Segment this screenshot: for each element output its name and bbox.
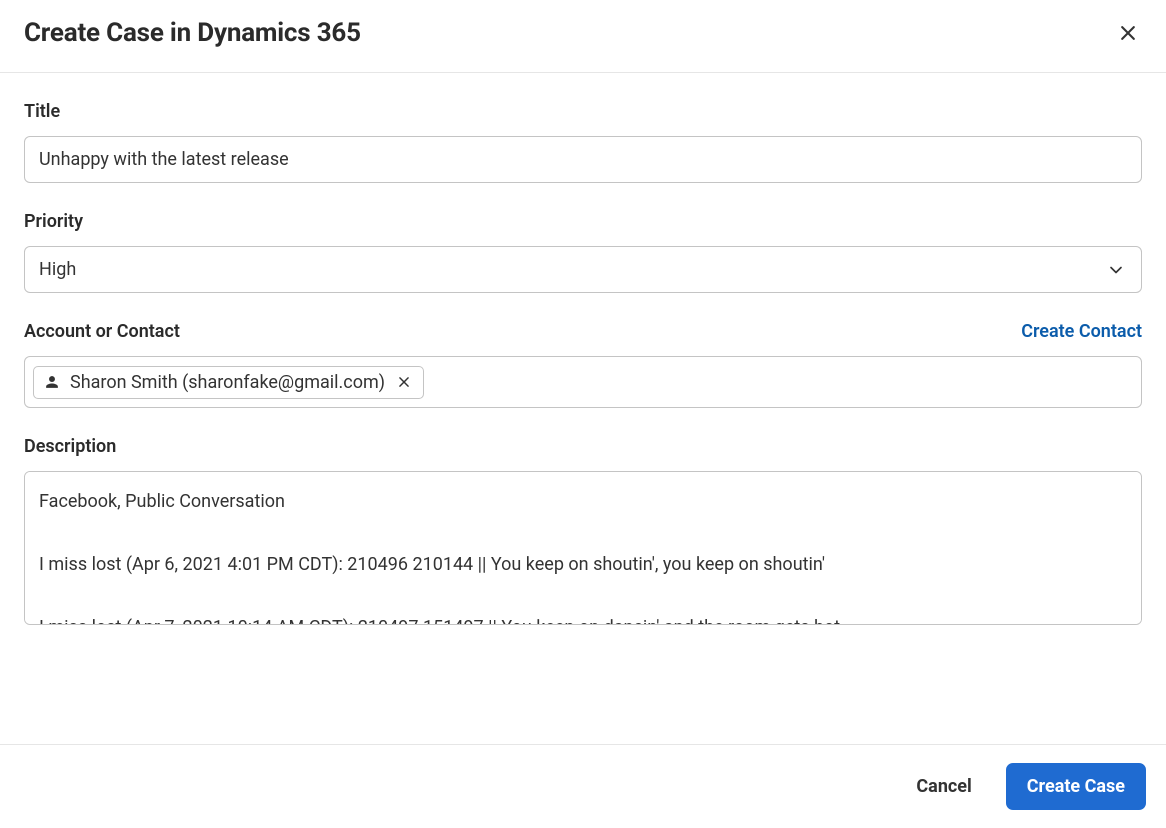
cancel-button[interactable]: Cancel (896, 763, 991, 810)
account-input[interactable]: Sharon Smith (sharonfake@gmail.com) (24, 356, 1142, 408)
description-field-group: Description (24, 436, 1142, 625)
title-field-group: Title (24, 101, 1142, 183)
create-contact-link[interactable]: Create Contact (1021, 321, 1142, 342)
close-button[interactable] (1114, 19, 1142, 47)
priority-select[interactable]: High (24, 246, 1142, 293)
contact-tag: Sharon Smith (sharonfake@gmail.com) (33, 366, 424, 399)
remove-contact-button[interactable] (395, 373, 413, 391)
close-icon (1118, 23, 1138, 43)
title-label: Title (24, 101, 1142, 122)
close-icon (397, 375, 411, 389)
priority-field-group: Priority High (24, 211, 1142, 293)
person-icon (44, 374, 60, 390)
dialog-header: Create Case in Dynamics 365 (0, 0, 1166, 73)
dialog-footer: Cancel Create Case (0, 744, 1166, 828)
dialog-title: Create Case in Dynamics 365 (24, 18, 361, 48)
title-input[interactable] (24, 136, 1142, 183)
description-textarea[interactable] (25, 472, 1141, 624)
create-case-button[interactable]: Create Case (1006, 763, 1146, 810)
account-field-group: Account or Contact Create Contact Sharon… (24, 321, 1142, 408)
contact-tag-label: Sharon Smith (sharonfake@gmail.com) (70, 372, 385, 393)
priority-label: Priority (24, 211, 1142, 232)
dialog-content: Title Priority High Account or Contact C… (0, 73, 1166, 625)
description-label: Description (24, 436, 1142, 457)
account-label: Account or Contact (24, 321, 180, 342)
